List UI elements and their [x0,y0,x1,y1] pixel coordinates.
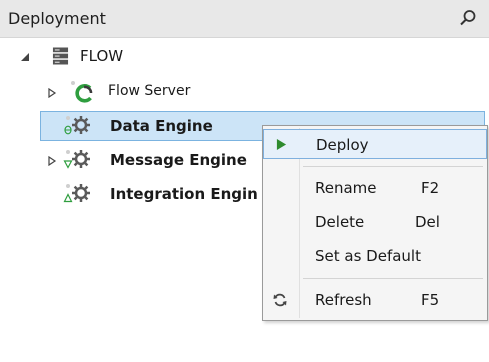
collapse-arrow-icon[interactable] [20,52,30,62]
menu-item-refresh[interactable]: Refresh F5 [263,285,487,315]
message-engine-gear-icon [63,150,90,169]
context-menu: Deploy Rename F2 Delete Del Set as Defau… [262,125,488,321]
tree-item-label: Data Engine [110,117,213,135]
menu-item-shortcut: F2 [421,179,440,197]
menu-item-label: Set as Default [315,247,421,265]
tree-root-flow[interactable]: FLOW [0,42,489,70]
flow-server-icon [71,81,93,103]
menu-item-set-as-default[interactable]: Set as Default [263,241,487,271]
expand-arrow-icon[interactable] [47,88,57,98]
integration-engine-gear-icon [63,184,90,203]
tree-item-flow-server[interactable]: Flow Server [0,78,489,106]
tree-item-label: Flow Server [108,83,191,99]
search-icon[interactable] [459,9,477,27]
menu-item-label: Rename [315,179,377,197]
menu-item-label: Delete [315,213,365,231]
menu-item-delete[interactable]: Delete Del [263,207,487,237]
play-icon [276,139,287,150]
menu-item-label: Refresh [315,291,372,309]
data-engine-gear-icon [64,116,90,135]
menu-separator [303,278,483,279]
deployment-panel: Deployment FLOW Flow Server Data Engine … [0,0,489,362]
server-stack-icon [52,47,69,65]
panel-header: Deployment [0,0,489,38]
expand-arrow-icon[interactable] [47,156,57,166]
menu-item-shortcut: Del [415,213,440,231]
menu-item-shortcut: F5 [421,291,440,309]
menu-item-rename[interactable]: Rename F2 [263,173,487,203]
menu-item-label: Deploy [316,136,369,154]
menu-separator [303,166,483,167]
refresh-icon [273,293,287,307]
tree-root-label: FLOW [80,47,124,65]
tree-item-label: Integration Engin [110,185,258,203]
menu-item-deploy[interactable]: Deploy [263,129,487,159]
panel-title: Deployment [8,9,106,28]
tree-item-label: Message Engine [110,151,247,169]
